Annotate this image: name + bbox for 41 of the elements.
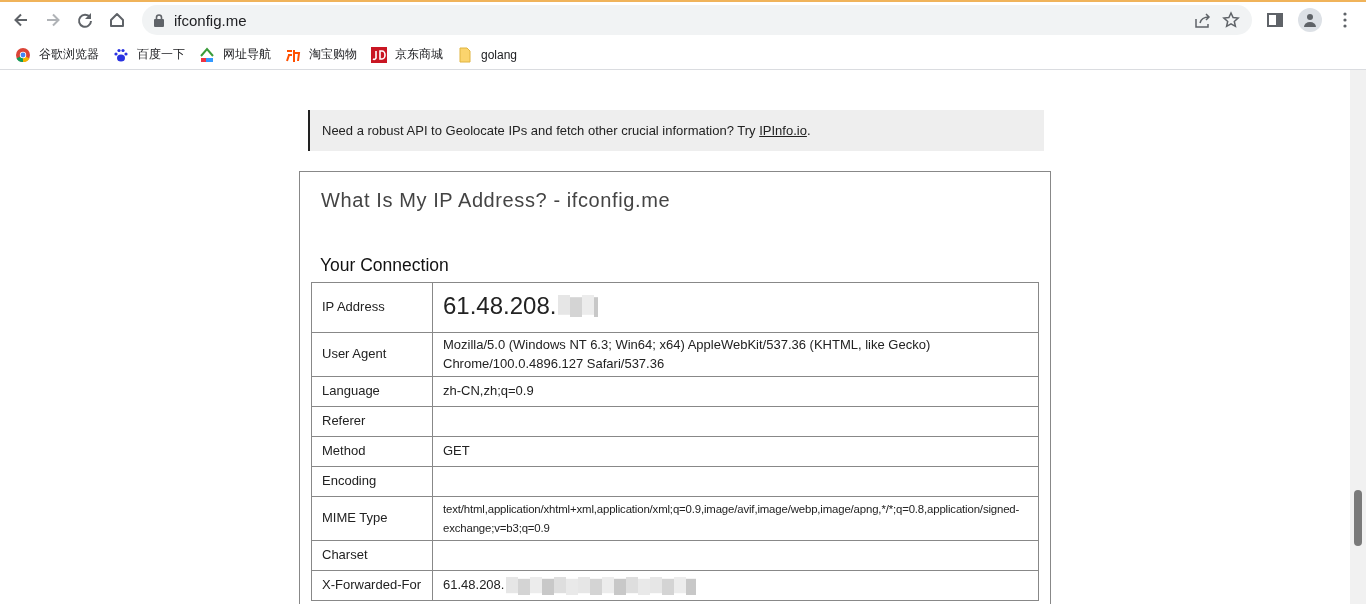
folder-icon xyxy=(457,46,473,63)
scrollbar-thumb[interactable] xyxy=(1354,490,1362,546)
bookmark[interactable]: 网址导航 xyxy=(199,44,271,65)
field-value: text/html,application/xhtml+xml,application/xml;q=0.9,image/avif,image/webp,image/apng,*/*;q=0.8,application/signed-exchange;v=b3;q=0.9 xyxy=(443,502,1021,536)
page-title: What Is My IP Address? - ifconfig.me xyxy=(321,189,672,212)
side-panel-icon[interactable] xyxy=(1266,11,1284,29)
field-value: GET xyxy=(443,442,470,461)
house-icon xyxy=(199,46,215,63)
field-label: IP Address xyxy=(311,282,433,333)
paw-icon xyxy=(113,46,129,63)
star-icon[interactable] xyxy=(1222,11,1240,29)
lock-icon[interactable] xyxy=(154,13,164,27)
field-value: 61.48.208. xyxy=(443,576,505,595)
profile-avatar[interactable] xyxy=(1298,8,1322,32)
home-icon[interactable] xyxy=(108,11,126,29)
reload-icon[interactable] xyxy=(76,11,94,29)
banner-text: Need a robust API to Geolocate IPs and fetch other crucial information? Try IPInfo.io. xyxy=(322,123,811,138)
bookmark[interactable]: golang xyxy=(457,44,518,65)
bookmark[interactable]: 百度一下 xyxy=(113,44,185,65)
browser-logo-icon xyxy=(15,46,31,63)
field-label: Method xyxy=(311,436,433,467)
address-bar[interactable]: ifconfig.me xyxy=(142,5,1252,35)
link[interactable]: IPInfo.io xyxy=(759,123,807,138)
field-value: Mozilla/5.0 (Windows NT 6.3; Win64; x64) AppleWebKit/537.36 (KHTML, like Gecko) Chrome/100.0.4896.127 Safari/537.36 xyxy=(443,336,932,373)
field-label: Encoding xyxy=(311,466,433,497)
share-icon[interactable] xyxy=(1194,11,1212,29)
bookmark[interactable]: 谷歌浏览器 xyxy=(15,44,99,65)
bookmark[interactable]: 京东商城 xyxy=(371,44,443,65)
back-icon[interactable] xyxy=(12,11,30,29)
square-logo-icon xyxy=(371,46,387,63)
field-label: Referer xyxy=(311,406,433,437)
bookmark[interactable]: 淘宝购物 xyxy=(285,44,357,65)
field-label: User Agent xyxy=(311,332,433,377)
scrollbar[interactable] xyxy=(1350,70,1366,604)
field-label: Charset xyxy=(311,540,433,571)
field-value: zh-CN,zh;q=0.9 xyxy=(443,382,534,401)
field-label: MIME Type xyxy=(311,496,433,541)
field-label: X-Forwarded-For xyxy=(311,570,433,601)
section-heading: Your Connection xyxy=(320,255,450,276)
field-label: Language xyxy=(311,376,433,407)
field-value: 61.48.208. xyxy=(443,297,557,316)
